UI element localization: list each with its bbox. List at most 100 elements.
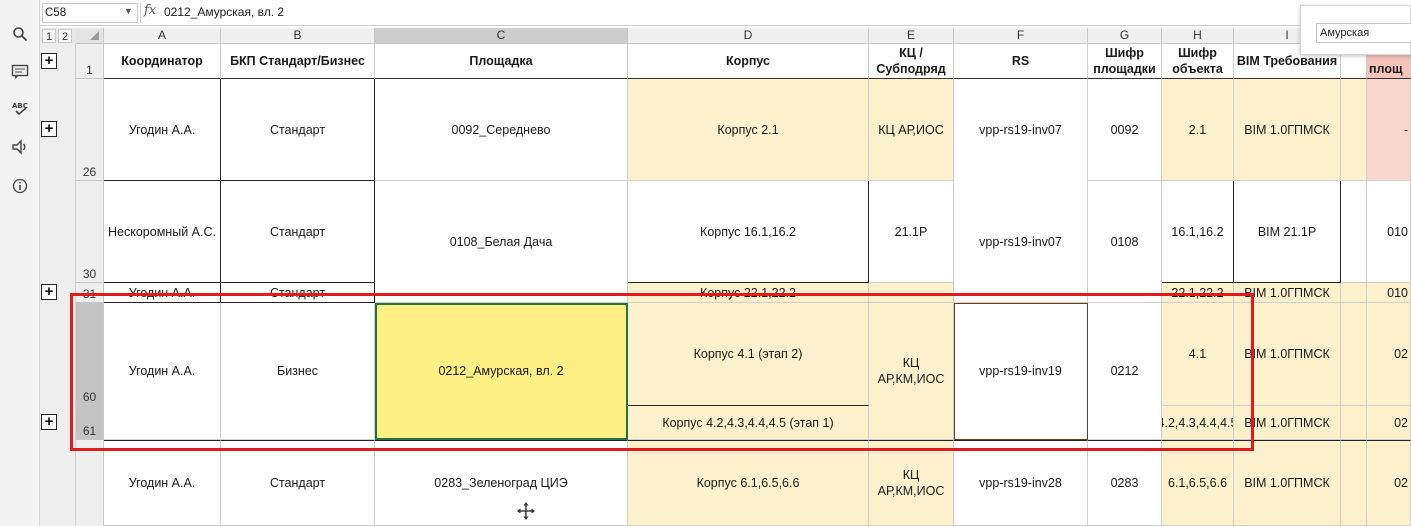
column-header-e[interactable]: E — [869, 28, 954, 44]
cell-k61[interactable]: 02 — [1367, 406, 1411, 440]
cell-h31[interactable]: 22.1,22.2 — [1162, 283, 1234, 303]
cell-i31[interactable]: BIM 1.0ГПМСК — [1234, 283, 1341, 303]
comment-icon[interactable] — [10, 62, 30, 82]
header-cell-site[interactable]: Площадка — [375, 44, 628, 79]
outline-levels: 1 2 — [40, 28, 76, 44]
fx-icon[interactable]: fx — [144, 3, 156, 18]
cell-b-next[interactable]: Стандарт — [221, 440, 375, 526]
cell-d30[interactable]: Корпус 16.1,16.2 — [628, 181, 869, 283]
cell-e26[interactable]: КЦ АР,ИОС — [869, 79, 954, 181]
cell-c30[interactable]: 0108_Белая Дача — [375, 181, 628, 303]
cell-i61[interactable]: BIM 1.0ГПМСК — [1234, 406, 1341, 440]
cell-e60[interactable]: КЦ АР,КМ,ИОС — [869, 303, 954, 440]
column-header-a[interactable]: A — [104, 28, 221, 44]
chevron-down-icon[interactable]: ▼ — [124, 6, 133, 16]
search-icon[interactable] — [10, 24, 30, 44]
row-header-1[interactable]: 1 — [76, 44, 104, 79]
cell-g30[interactable]: 0108 — [1088, 181, 1162, 303]
cell-e30[interactable]: 21.1Р — [869, 181, 954, 283]
column-header-h[interactable]: H — [1162, 28, 1234, 44]
cell-f26[interactable]: vpp-rs19-inv07 — [954, 79, 1088, 181]
cell-e31[interactable] — [869, 283, 954, 303]
cell-i-next[interactable]: BIM 1.0ГПМСК — [1234, 440, 1341, 526]
row-header-30[interactable]: 30 — [76, 181, 104, 283]
header-cell-building[interactable]: Корпус — [628, 44, 869, 79]
cell-j26[interactable] — [1341, 79, 1367, 181]
cell-g26[interactable]: 0092 — [1088, 79, 1162, 181]
cell-b60[interactable]: Бизнес — [221, 303, 375, 440]
cell-i60[interactable]: BIM 1.0ГПМСК — [1234, 303, 1341, 406]
cell-d31[interactable]: Корпус 22.1,22.2 — [628, 283, 869, 303]
search-input[interactable] — [1316, 23, 1411, 43]
column-header-b[interactable]: B — [221, 28, 375, 44]
cell-a60[interactable]: Угодин А.А. — [104, 303, 221, 440]
cell-h30[interactable]: 16.1,16.2 — [1162, 181, 1234, 283]
header-cell-site-code[interactable]: Шифр площадки — [1088, 44, 1162, 79]
formula-content[interactable]: 0212_Амурская, вл. 2 — [164, 5, 284, 19]
cell-d-next[interactable]: Корпус 6.1,6.5,6.6 — [628, 440, 869, 526]
row-header-next[interactable] — [76, 440, 104, 526]
cell-g60[interactable]: 0212 — [1088, 303, 1162, 440]
header-cell-kc[interactable]: КЦ / Субподряд — [869, 44, 954, 79]
header-cell-coordinator[interactable]: Координатор — [104, 44, 221, 79]
expand-group-button[interactable]: + — [41, 414, 57, 430]
cell-c60-active[interactable]: 0212_Амурская, вл. 2 — [375, 303, 628, 440]
cell-c-next[interactable]: 0283_Зеленоград ЦИЭ — [375, 440, 628, 526]
row-header-26[interactable]: 26 — [76, 79, 104, 181]
cell-k30[interactable]: 010 — [1367, 181, 1411, 283]
cell-h26[interactable]: 2.1 — [1162, 79, 1234, 181]
cell-j30[interactable] — [1341, 181, 1367, 283]
cell-a-next[interactable]: Угодин А.А. — [104, 440, 221, 526]
cell-h61[interactable]: 4.2,4.3,4.4,4.5 — [1162, 406, 1234, 440]
cell-d60[interactable]: Корпус 4.1 (этап 2) — [628, 303, 869, 406]
cell-b30[interactable]: Стандарт — [221, 181, 375, 283]
cell-k60[interactable]: 02 — [1367, 303, 1411, 406]
column-header-f[interactable]: F — [954, 28, 1088, 44]
cell-b31[interactable]: Стандарт — [221, 283, 375, 303]
cell-a31[interactable]: Угодин А.А. — [104, 283, 221, 303]
formula-bar: C58 ▼ fx 0212_Амурская, вл. 2 — [40, 0, 1411, 26]
cell-f60[interactable]: vpp-rs19-inv19 — [954, 303, 1088, 440]
expand-group-button[interactable]: + — [41, 121, 57, 137]
cell-h-next[interactable]: 6.1,6.5,6.6 — [1162, 440, 1234, 526]
header-cell-object-code[interactable]: Шифр объекта — [1162, 44, 1234, 79]
spellcheck-icon[interactable]: ABC — [10, 98, 30, 118]
cell-h60[interactable]: 4.1 — [1162, 303, 1234, 406]
cell-f-next[interactable]: vpp-rs19-inv28 — [954, 440, 1088, 526]
cell-i26[interactable]: BIM 1.0ГПМСК — [1234, 79, 1341, 181]
cell-j60[interactable] — [1341, 303, 1367, 406]
cell-j61[interactable] — [1341, 406, 1367, 440]
cell-i30[interactable]: BIM 21.1Р — [1234, 181, 1341, 283]
outline-level-2-button[interactable]: 2 — [58, 29, 72, 43]
select-all-button[interactable] — [76, 28, 104, 44]
move-cursor-icon — [517, 502, 535, 520]
cell-d61[interactable]: Корпус 4.2,4.3,4.4,4.5 (этап 1) — [628, 406, 869, 440]
row-header-60[interactable]: 60 — [76, 303, 104, 406]
row-header-31[interactable]: 31 — [76, 283, 104, 303]
speaker-icon[interactable] — [10, 137, 30, 157]
cell-k31[interactable]: 010 — [1367, 283, 1411, 303]
cell-e-next[interactable]: КЦ АР,КМ,ИОС — [869, 440, 954, 526]
outline-level-1-button[interactable]: 1 — [42, 29, 56, 43]
column-header-g[interactable]: G — [1088, 28, 1162, 44]
expand-group-button[interactable]: + — [41, 53, 57, 69]
cell-j-next[interactable] — [1341, 440, 1367, 526]
cell-g-next[interactable]: 0283 — [1088, 440, 1162, 526]
cell-a30[interactable]: Нескоромный А.С. — [104, 181, 221, 283]
cell-a26[interactable]: Угодин А.А. — [104, 79, 221, 181]
cell-j31[interactable] — [1341, 283, 1367, 303]
row-header-61[interactable]: 61 — [76, 406, 104, 440]
cell-k-next[interactable]: 02 — [1367, 440, 1411, 526]
cell-d26[interactable]: Корпус 2.1 — [628, 79, 869, 181]
expand-group-button[interactable]: + — [41, 284, 57, 300]
cell-c26[interactable]: 0092_Середнево — [375, 79, 628, 181]
header-cell-rs[interactable]: RS — [954, 44, 1088, 79]
cell-f30[interactable]: vpp-rs19-inv07 — [954, 181, 1088, 303]
column-header-c[interactable]: C — [375, 28, 628, 44]
info-icon[interactable] — [10, 176, 30, 196]
cell-k26[interactable]: - — [1367, 79, 1411, 181]
divider — [140, 3, 141, 23]
header-cell-bkp[interactable]: БКП Стандарт/Бизнес — [221, 44, 375, 79]
cell-b26[interactable]: Стандарт — [221, 79, 375, 181]
column-header-d[interactable]: D — [628, 28, 869, 44]
